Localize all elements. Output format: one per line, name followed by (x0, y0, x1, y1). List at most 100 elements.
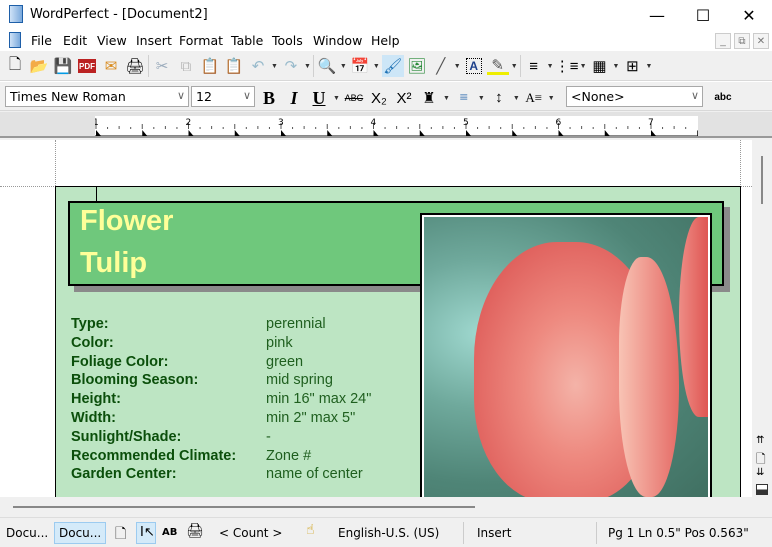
field-label: Height: (71, 391, 121, 408)
window-title: WordPerfect - [Document2] (30, 7, 208, 22)
font-size-select[interactable]: 12 ∨ (191, 86, 255, 107)
pdf-icon[interactable]: PDF (78, 59, 96, 73)
field-value: perennial (266, 316, 326, 332)
menu-help[interactable]: Help (371, 33, 400, 48)
cursor-position[interactable]: Pg 1 Ln 0.5" Pos 0.563" (608, 526, 749, 540)
underline-button[interactable]: U (308, 87, 330, 109)
text-box-icon[interactable]: A (465, 58, 482, 74)
printer-icon[interactable]: 🖨 (186, 523, 204, 539)
flower-card: Flower Tulip Type: perennial Color: pink Fol… (55, 186, 741, 497)
ruler-label: 1 (95, 118, 99, 128)
minimize-button[interactable]: — (634, 0, 680, 30)
text-cursor (96, 187, 97, 201)
font-size-value: 12 (196, 89, 212, 104)
caps-icon[interactable]: AB (162, 527, 177, 538)
menu-bar: File Edit View Insert Format Table Tools… (0, 30, 772, 50)
bold-button[interactable]: B (258, 87, 280, 109)
line-icon[interactable]: ╱ (430, 55, 452, 77)
email-icon[interactable]: ✉ (100, 55, 122, 77)
format-painter-icon[interactable]: 🖌 (381, 55, 404, 77)
line-spacing-icon[interactable]: ↕ (488, 87, 510, 109)
field-value: green (266, 353, 304, 370)
open-icon[interactable]: 📂 (28, 55, 50, 77)
cut-icon[interactable]: ✂ (151, 55, 173, 77)
next-page-icon[interactable]: ⇊ (756, 467, 764, 478)
ruler-label: 7 (648, 118, 654, 128)
title-bar: WordPerfect - [Document2] — ☐ ✕ (0, 0, 772, 30)
scroll-thumb[interactable] (13, 506, 475, 508)
document-tab[interactable]: Docu... (6, 526, 48, 540)
chevron-down-icon: ∨ (242, 89, 251, 102)
app-icon (9, 5, 23, 23)
vertical-scrollbar[interactable]: ⇈ 🗋 ⇊ (752, 140, 772, 497)
doc-minimize-button[interactable]: _ (715, 33, 731, 49)
zoom-icon[interactable]: 🔍 (316, 55, 338, 77)
document-info-icon[interactable]: 🗋 (115, 523, 126, 547)
tulip-photo[interactable] (420, 213, 712, 497)
paste-icon[interactable]: 📋 (199, 55, 221, 77)
styles-icon[interactable]: A≡ (523, 87, 545, 109)
ruler-label: 3 (278, 118, 284, 128)
columns-icon[interactable]: ▦ (589, 55, 611, 77)
field-value: - (266, 428, 271, 445)
document-area[interactable]: Flower Tulip Type: perennial Color: pink Fol… (0, 140, 752, 497)
italic-button[interactable]: I (283, 87, 305, 109)
menu-view[interactable]: View (97, 33, 127, 48)
calendar-icon[interactable]: 📅 (349, 55, 371, 77)
table-icon[interactable]: ⊞ (621, 55, 643, 77)
menu-window[interactable]: Window (313, 33, 362, 48)
format-toolbar: Times New Roman ∨ 12 ∨ B I U ▼ ABC X₂ X² ♜ ▼… (0, 81, 772, 111)
language[interactable]: English-U.S. (US) (338, 526, 439, 540)
margin-guide (55, 140, 56, 186)
font-color-icon[interactable]: ♜ (418, 87, 440, 109)
ruler-label: 4 (371, 118, 377, 128)
insert-image-icon[interactable]: 🖼 (406, 55, 428, 77)
word-count[interactable]: < Count > (219, 526, 282, 540)
numbering-icon[interactable]: ≡ (523, 55, 545, 77)
scroll-thumb[interactable] (761, 156, 763, 204)
ruler-strip[interactable]: 1 2 3 4 5 6 7 (93, 116, 703, 136)
style-select[interactable]: <None> ∨ (566, 86, 703, 107)
menu-format[interactable]: Format (179, 33, 223, 48)
field-value: name of center (266, 466, 363, 483)
menu-tools[interactable]: Tools (272, 33, 303, 48)
doc-close-button[interactable]: ✕ (753, 33, 769, 49)
undo-icon[interactable]: ↶ (247, 55, 269, 77)
ruler[interactable]: 1 2 3 4 5 6 7 (0, 112, 772, 138)
paste-special-icon[interactable]: 📋 (223, 55, 245, 77)
tulip-image (424, 217, 708, 497)
tab-stop-marker (697, 130, 703, 136)
ruler-label: 5 (463, 118, 469, 128)
copy-icon[interactable]: ⧉ (175, 55, 197, 77)
document-icon (9, 32, 21, 48)
bullets-icon[interactable]: ⋮≡ (555, 55, 579, 77)
menu-insert[interactable]: Insert (136, 33, 172, 48)
document-tab-active[interactable]: Docu... (54, 522, 107, 544)
save-icon[interactable]: 💾 (52, 55, 74, 77)
tab-stop-marker (466, 130, 471, 136)
menu-edit[interactable]: Edit (63, 33, 87, 48)
language-icon[interactable]: ☝ (306, 522, 315, 538)
justification-icon[interactable]: ≡ (453, 87, 475, 109)
font-select[interactable]: Times New Roman ∨ (5, 86, 189, 107)
new-document-icon[interactable]: 🗋 (4, 55, 26, 77)
print-icon[interactable]: 🖨 (124, 55, 146, 77)
spell-check-icon[interactable]: abc (712, 86, 734, 108)
prev-page-icon[interactable]: ⇈ (756, 435, 764, 446)
view-icon[interactable] (756, 484, 768, 495)
horizontal-scrollbar[interactable] (0, 497, 752, 517)
superscript-button[interactable]: X² (393, 87, 415, 109)
close-button[interactable]: ✕ (726, 0, 772, 30)
menu-table[interactable]: Table (231, 33, 263, 48)
doc-restore-button[interactable]: ⧉ (734, 33, 750, 49)
redo-icon[interactable]: ↷ (280, 55, 302, 77)
subscript-button[interactable]: X₂ (368, 87, 390, 109)
strikeout-button[interactable]: ABC (343, 87, 365, 109)
menu-file[interactable]: File (31, 33, 52, 48)
field-label: Type: (71, 316, 109, 332)
select-mode-icon[interactable]: I↖ (136, 522, 156, 544)
highlight-icon[interactable]: ✎ (486, 57, 509, 75)
maximize-button[interactable]: ☐ (680, 0, 726, 30)
insert-mode[interactable]: Insert (477, 526, 511, 540)
field-value: Zone # (266, 447, 312, 464)
